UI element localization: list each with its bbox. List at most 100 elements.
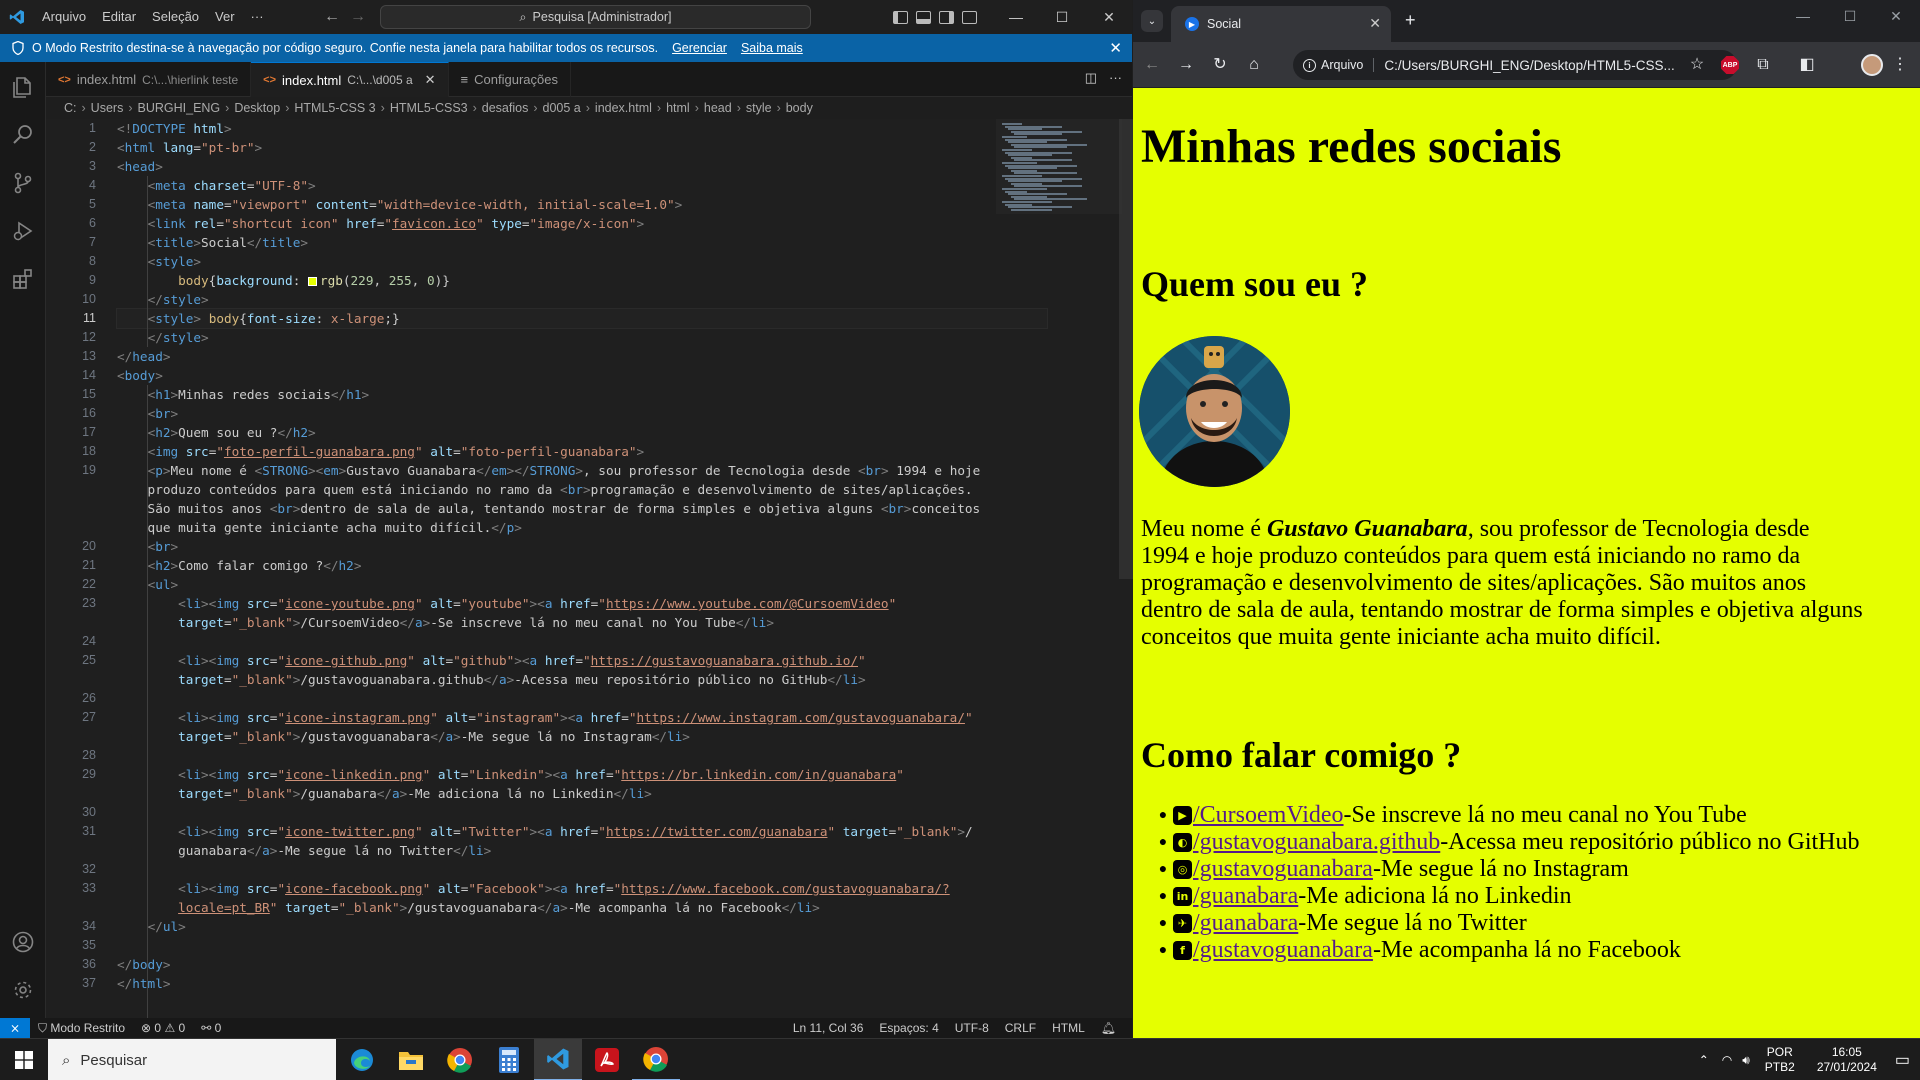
notifications-bell-icon[interactable]: 🔔︎ <box>1093 1021 1124 1035</box>
close-tab-icon[interactable]: ✕ <box>425 72 436 88</box>
breadcrumb-item[interactable]: head <box>704 101 732 115</box>
chrome-icon[interactable] <box>436 1039 484 1080</box>
social-link[interactable]: /guanabara <box>1193 883 1298 910</box>
breadcrumb-item[interactable]: Users <box>91 101 124 115</box>
close-window-icon[interactable]: ✕ <box>1876 8 1916 25</box>
extensions-puzzle-icon[interactable]: ⧉ <box>1752 54 1774 76</box>
code-line[interactable]: target="_blank">/gustavoguanabara.github… <box>117 670 1047 689</box>
more-actions-icon[interactable]: ··· <box>1109 70 1122 86</box>
edge-icon[interactable] <box>338 1039 386 1080</box>
code-line[interactable]: <h2>Quem sou eu ?</h2> <box>117 423 1047 442</box>
breadcrumb-item[interactable]: Desktop <box>234 101 280 115</box>
code-line[interactable] <box>117 860 1047 879</box>
split-editor-icon[interactable]: ◫ <box>1085 70 1097 86</box>
code-line[interactable]: <meta charset="UTF-8"> <box>117 176 1047 195</box>
remote-indicator-icon[interactable]: ⨯ <box>0 1018 30 1038</box>
extensions-icon[interactable] <box>0 256 46 302</box>
code-line[interactable]: <head> <box>117 157 1047 176</box>
calculator-icon[interactable] <box>485 1039 533 1080</box>
reload-icon[interactable]: ↻ <box>1209 54 1231 76</box>
volume-icon[interactable]: 🔊︎ <box>1742 1053 1750 1068</box>
code-line[interactable]: São muitos anos <br>dentro de sala de au… <box>117 499 1047 518</box>
code-line[interactable]: <br> <box>117 537 1047 556</box>
profile-avatar[interactable] <box>1861 54 1883 76</box>
tray-overflow-chevron-icon[interactable]: ⌃ <box>1699 1053 1709 1067</box>
new-tab-plus-icon[interactable]: + <box>1405 10 1416 31</box>
toggle-panel-icon[interactable] <box>916 10 931 24</box>
code-line[interactable]: <!DOCTYPE html> <box>117 119 1047 138</box>
close-tab-icon[interactable]: ✕ <box>1369 15 1381 32</box>
menu-more[interactable]: ··· <box>243 0 272 34</box>
cursor-position[interactable]: Ln 11, Col 36 <box>785 1021 872 1035</box>
social-link[interactable]: /gustavoguanabara.github <box>1193 829 1440 856</box>
code-line[interactable]: <li><img src="icone-facebook.png" alt="F… <box>117 879 1047 898</box>
code-line[interactable]: <h2>Como falar comigo ?</h2> <box>117 556 1047 575</box>
code-line[interactable] <box>117 936 1047 955</box>
site-info-chip[interactable]: i Arquivo <box>1303 58 1375 72</box>
code-line[interactable]: <title>Social</title> <box>117 233 1047 252</box>
indentation[interactable]: Espaços: 4 <box>871 1021 946 1035</box>
code-line[interactable]: <br> <box>117 404 1047 423</box>
run-debug-icon[interactable] <box>0 208 46 254</box>
breadcrumb-item[interactable]: index.html <box>595 101 652 115</box>
code-line[interactable]: </head> <box>117 347 1047 366</box>
chrome-tab-social[interactable]: ▶ Social ✕ <box>1171 6 1391 42</box>
breadcrumb-item[interactable]: desafios <box>482 101 529 115</box>
tab-index-hierlink[interactable]: <> index.html C:\...\hierlink teste <box>46 62 252 97</box>
source-control-icon[interactable] <box>0 160 46 206</box>
banner-manage-link[interactable]: Gerenciar <box>672 41 727 55</box>
minimize-icon[interactable]: — <box>993 0 1039 34</box>
encoding[interactable]: UTF-8 <box>947 1021 997 1035</box>
social-link[interactable]: /guanabara <box>1193 910 1298 937</box>
breadcrumb-item[interactable]: HTML5-CSS 3 <box>294 101 375 115</box>
social-link[interactable]: /gustavoguanabara <box>1193 937 1373 964</box>
bookmark-star-icon[interactable]: ☆ <box>1686 54 1708 76</box>
code-line[interactable]: <img src="foto-perfil-guanabara.png" alt… <box>117 442 1047 461</box>
customize-layout-icon[interactable] <box>962 10 977 24</box>
breadcrumb-item[interactable]: d005 a <box>543 101 581 115</box>
chrome-menu-icon[interactable]: ⋮ <box>1889 54 1911 76</box>
windows-start-icon[interactable] <box>0 1039 48 1080</box>
wifi-icon[interactable]: ◠ <box>1722 1053 1732 1067</box>
code-line[interactable]: </body> <box>117 955 1047 974</box>
code-line[interactable] <box>117 746 1047 765</box>
menu-selecao[interactable]: Seleção <box>144 0 207 34</box>
code-line[interactable]: <li><img src="icone-twitter.png" alt="Tw… <box>117 822 1047 841</box>
taskbar-search[interactable]: ⌕ Pesquisar <box>48 1039 336 1080</box>
code-line[interactable]: guanabara</a>-Me segue lá no Twitter</li… <box>117 841 1047 860</box>
breadcrumb-item[interactable]: style <box>746 101 772 115</box>
code-line[interactable]: target="_blank">/gustavoguanabara</a>-Me… <box>117 727 1047 746</box>
language-mode[interactable]: HTML <box>1044 1021 1093 1035</box>
end-of-line[interactable]: CRLF <box>997 1021 1044 1035</box>
code-line[interactable]: <style> body{font-size: x-large;} <box>116 308 1048 329</box>
code-line[interactable] <box>117 803 1047 822</box>
code-line[interactable]: <li><img src="icone-github.png" alt="git… <box>117 651 1047 670</box>
banner-close-icon[interactable]: ✕ <box>1109 39 1122 57</box>
code-editor[interactable]: 1 2 3 4 5 6 7 8 9 10 11 12 13 14 15 16 17 18 19 20 21 22 23 24 2… <box>46 119 1133 1050</box>
tab-settings[interactable]: ≡ Configurações <box>449 62 571 97</box>
menu-editar[interactable]: Editar <box>94 0 144 34</box>
code-line[interactable] <box>117 689 1047 708</box>
search-icon[interactable] <box>0 112 46 158</box>
settings-gear-icon[interactable] <box>0 967 46 1013</box>
code-lines[interactable]: <!DOCTYPE html> <html lang="pt-br"> <head>… <box>116 119 1048 993</box>
minimize-icon[interactable]: — <box>1783 8 1823 24</box>
code-line[interactable]: <li><img src="icone-instagram.png" alt="… <box>117 708 1047 727</box>
back-arrow-icon[interactable]: ← <box>318 8 346 26</box>
tab-search-chevron-icon[interactable]: ⌄ <box>1141 10 1163 32</box>
restricted-mode-status[interactable]: ⛉ Modo Restrito <box>30 1021 133 1036</box>
social-link[interactable]: /CursoemVideo <box>1193 802 1344 829</box>
home-icon[interactable]: ⌂ <box>1243 54 1265 76</box>
input-language[interactable]: POR PTB2 <box>1765 1045 1795 1075</box>
file-explorer-icon[interactable] <box>387 1039 435 1080</box>
address-bar[interactable]: i Arquivo C:/Users/BURGHI_ENG/Desktop/HT… <box>1293 50 1737 80</box>
minimap[interactable] <box>996 119 1122 214</box>
code-line[interactable]: target="_blank">/guanabara</a>-Me adicio… <box>117 784 1047 803</box>
code-line[interactable]: </html> <box>117 974 1047 993</box>
account-icon[interactable] <box>0 919 46 965</box>
breadcrumb-item[interactable]: body <box>786 101 813 115</box>
explorer-icon[interactable] <box>0 64 46 110</box>
menu-ver[interactable]: Ver <box>207 0 243 34</box>
code-line[interactable]: </style> <box>117 328 1047 347</box>
forward-arrow-icon[interactable]: → <box>1175 54 1197 76</box>
